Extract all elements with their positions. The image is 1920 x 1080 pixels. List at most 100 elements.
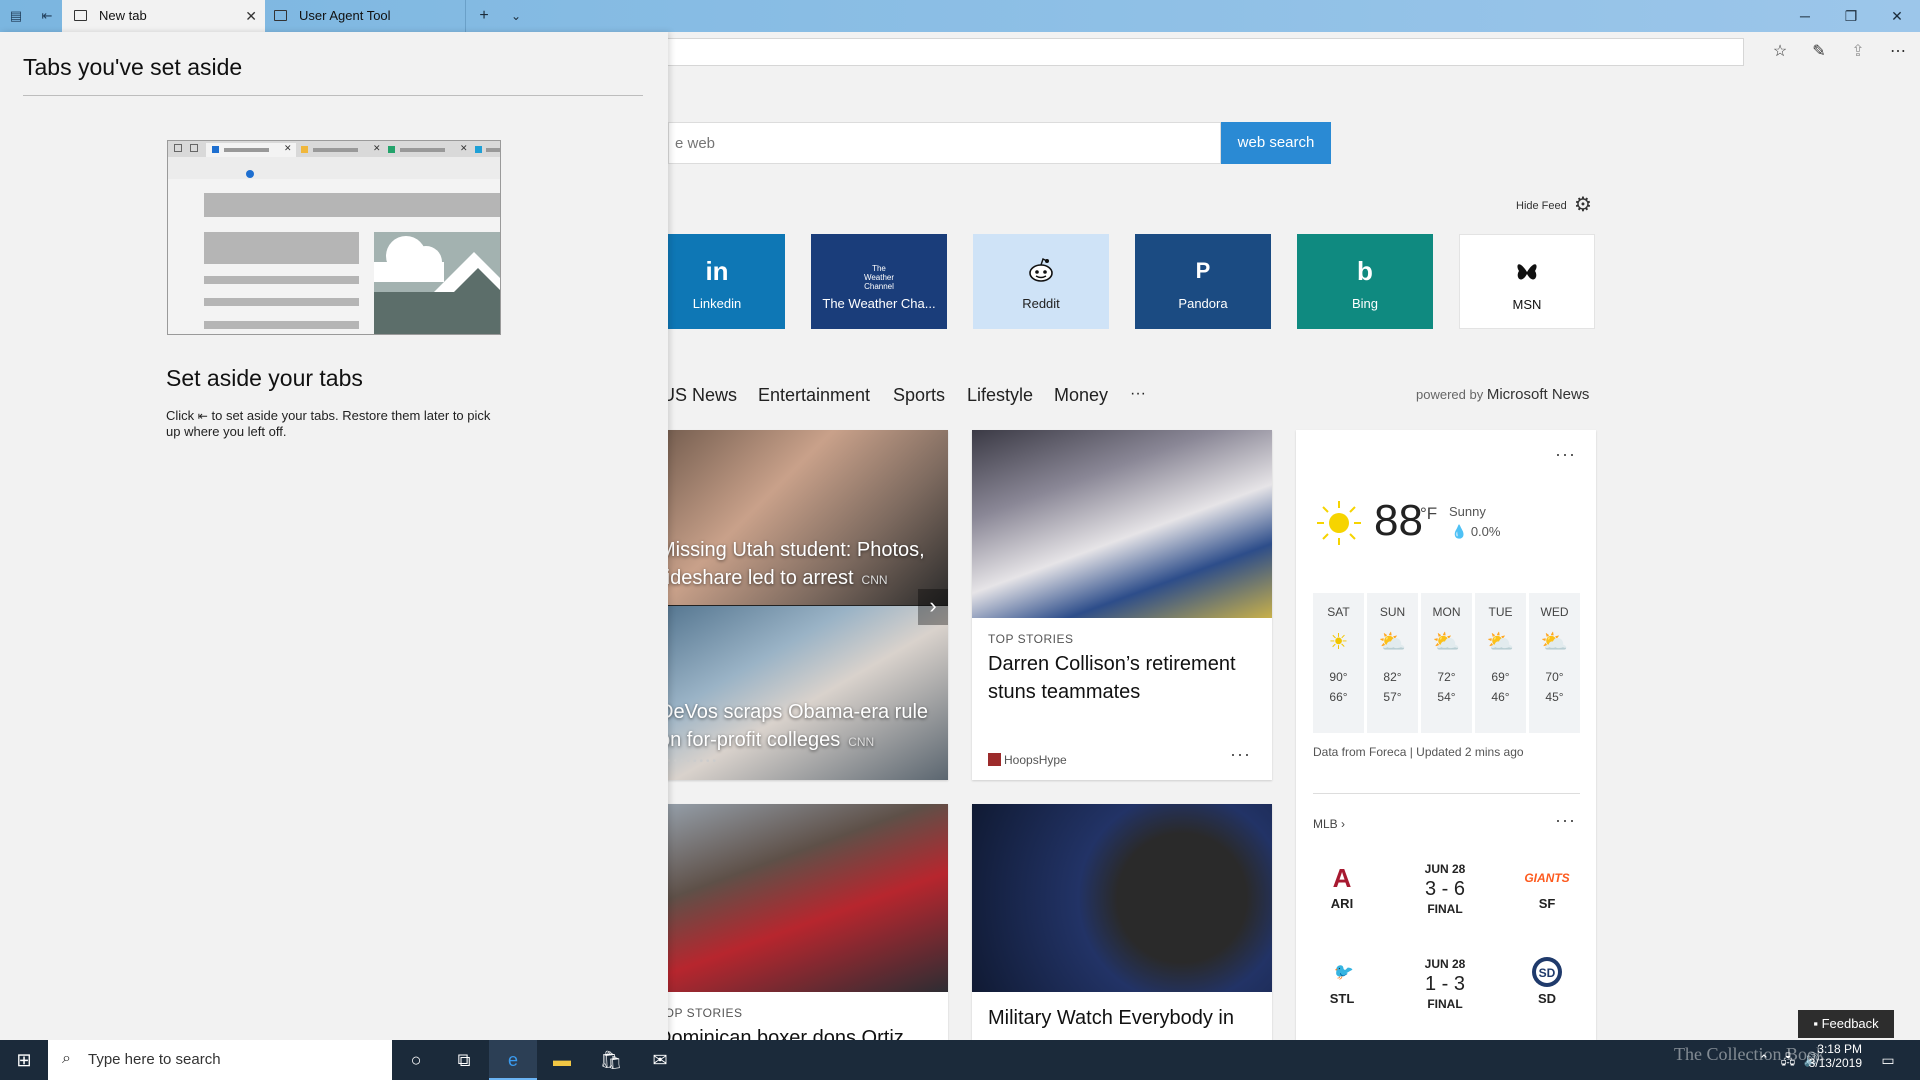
tile-bing[interactable]: b Bing <box>1297 234 1433 329</box>
team-home[interactable]: GIANTS SF <box>1517 860 1577 911</box>
tile-label: Linkedin <box>692 296 742 311</box>
story-card-watch[interactable]: Military Watch Everybody in <box>972 804 1272 1040</box>
game-score[interactable]: JUN 28 3 - 6 FINAL <box>1400 862 1490 916</box>
windows-start-icon[interactable]: ⊞ <box>0 1040 48 1080</box>
game-score[interactable]: JUN 28 1 - 3 FINAL <box>1400 957 1490 1011</box>
mail-icon[interactable]: ✉ <box>636 1040 684 1080</box>
tab-divider <box>465 0 466 32</box>
more-menu-icon[interactable]: ⋯ <box>1886 40 1910 64</box>
close-tab-icon[interactable]: ✕ <box>245 0 257 32</box>
story-card-boxer[interactable]: TOP STORIES Dominican boxer dons Ortiz <box>641 804 948 1040</box>
story-source: CNN <box>848 735 875 749</box>
weather-more-options-icon[interactable]: ··· <box>1555 444 1576 465</box>
tab-preview-chevron-icon[interactable]: ⌄ <box>502 0 530 32</box>
category-money[interactable]: Money <box>1054 385 1108 407</box>
tile-msn[interactable]: MSN <box>1459 234 1595 329</box>
set-aside-heading: Set aside your tabs <box>166 365 363 391</box>
store-icon[interactable]: 🛍 <box>587 1040 635 1080</box>
tab-label: User Agent Tool <box>299 8 391 23</box>
more-options-icon[interactable]: ··· <box>1230 744 1251 765</box>
cortana-icon[interactable]: ○ <box>392 1040 440 1080</box>
forecast-day[interactable]: TUE ⛅ 69° 46° <box>1475 593 1526 733</box>
gear-icon[interactable]: ⚙ <box>1574 194 1596 216</box>
tile-label: Pandora <box>1178 296 1228 311</box>
edge-icon[interactable]: e <box>489 1040 537 1080</box>
action-center-icon[interactable]: ▭ <box>1864 1040 1912 1080</box>
image-placeholder-icon <box>374 232 500 334</box>
category-entertainment[interactable]: Entertainment <box>758 385 870 407</box>
carousel-story-2[interactable]: DeVos scraps Obama-era rule on for-profi… <box>659 698 948 756</box>
carousel-next-button[interactable]: › <box>918 589 948 625</box>
hide-feed-link[interactable]: Hide Feed <box>1516 200 1567 212</box>
diamondbacks-logo-icon: A <box>1332 863 1352 893</box>
story-card-collison[interactable]: TOP STORIES Darren Collison’s retirement… <box>972 430 1272 780</box>
sun-icon: ☀ <box>1328 629 1349 654</box>
tile-weather-channel[interactable]: The Weather Channel The Weather Cha... <box>811 234 947 329</box>
tile-linkedin[interactable]: in Linkedin <box>649 234 785 329</box>
sun-icon <box>1314 498 1364 548</box>
mlb-more-options-icon[interactable]: ··· <box>1555 810 1576 831</box>
tabs-set-aside-panel: Tabs you've set aside ✕ ✕ ✕ Set aside yo… <box>0 32 668 1040</box>
forecast-day[interactable]: SUN ⛅ 82° 57° <box>1367 593 1418 733</box>
story-source: CNN <box>861 573 888 587</box>
pen-notes-icon[interactable]: ✎ <box>1807 40 1831 64</box>
partly-cloudy-icon: ⛅ <box>1432 629 1461 654</box>
new-tab-button[interactable]: + <box>470 0 498 32</box>
partly-cloudy-icon: ⛅ <box>1486 629 1515 654</box>
file-explorer-icon[interactable]: ▬ <box>538 1040 586 1080</box>
carousel-story-1[interactable]: Missing Utah student: Photos, rideshare … <box>659 536 948 594</box>
tab-user-agent-tool[interactable]: User Agent Tool <box>265 0 465 32</box>
category-us-news[interactable]: US News <box>662 385 737 407</box>
chevron-right-icon: › <box>1341 817 1346 831</box>
tile-label: Bing <box>1351 296 1379 311</box>
story-photo <box>972 804 1272 992</box>
page-icon <box>274 10 287 21</box>
svg-text:SD: SD <box>1539 966 1556 980</box>
forecast-day[interactable]: SAT ☀ 90° 66° <box>1313 593 1364 733</box>
feedback-icon: ▪ <box>1813 1016 1818 1031</box>
feedback-button[interactable]: ▪ Feedback <box>1798 1010 1894 1038</box>
web-search-button[interactable]: web search <box>1221 122 1331 164</box>
restore-button[interactable]: ❐ <box>1828 0 1874 32</box>
favorites-icon[interactable]: ☆ <box>1768 40 1792 64</box>
category-lifestyle[interactable]: Lifestyle <box>967 385 1033 407</box>
forecast-day[interactable]: WED ⛅ 70° 45° <box>1529 593 1580 733</box>
web-search-box[interactable] <box>668 122 1221 164</box>
mlb-link[interactable]: MLB › <box>1313 817 1345 831</box>
close-window-button[interactable]: ✕ <box>1874 0 1920 32</box>
tab-new-tab[interactable]: New tab ✕ <box>62 0 265 32</box>
forecast-day[interactable]: MON ⛅ 72° 54° <box>1421 593 1472 733</box>
reddit-alien-icon <box>973 256 1109 290</box>
powered-brand[interactable]: Microsoft News <box>1487 386 1590 403</box>
minimize-button[interactable]: ─ <box>1782 0 1828 32</box>
partly-cloudy-icon: ⛅ <box>1540 629 1569 654</box>
address-bar[interactable] <box>660 38 1744 66</box>
share-icon[interactable]: ⇪ <box>1846 40 1870 64</box>
carousel-card[interactable]: Missing Utah student: Photos, rideshare … <box>641 430 948 780</box>
tabs-aside-icon[interactable]: ▤ <box>7 7 25 25</box>
weather-condition: Sunny <box>1449 504 1486 519</box>
more-categories-button[interactable]: ··· <box>1130 385 1146 407</box>
team-home[interactable]: SD SD <box>1517 955 1577 1006</box>
title-bar: ▤ ⇤ New tab ✕ User Agent Tool + ⌄ ─ ❐ ✕ <box>0 0 1920 32</box>
story-title: Darren Collison’s retirement stuns teamm… <box>988 653 1236 703</box>
temperature-unit[interactable]: °F <box>1420 504 1437 524</box>
category-sports[interactable]: Sports <box>893 385 945 407</box>
team-away[interactable]: 🐦 STL <box>1312 955 1372 1006</box>
story-title: Military Watch Everybody in <box>988 1007 1234 1029</box>
taskbar-search[interactable]: ⌕ Type here to search <box>48 1040 392 1080</box>
carousel-dots[interactable]: •••••••• <box>667 756 719 767</box>
story-photo <box>972 430 1272 618</box>
story-title: DeVos scraps Obama-era rule on for-profi… <box>659 701 929 751</box>
partly-cloudy-icon: ⛅ <box>1378 629 1407 654</box>
set-aside-tabs-icon[interactable]: ⇤ <box>38 7 56 25</box>
team-away[interactable]: A ARI <box>1312 860 1372 911</box>
task-view-icon[interactable]: ⧉ <box>440 1040 488 1080</box>
tile-reddit[interactable]: Reddit <box>973 234 1109 329</box>
story-source: HoopsHype <box>1004 753 1067 767</box>
tile-pandora[interactable]: P Pandora <box>1135 234 1271 329</box>
search-input[interactable] <box>669 123 1220 163</box>
msn-butterfly-icon <box>1460 257 1594 293</box>
giants-logo-icon: GIANTS <box>1524 871 1570 885</box>
cardinals-logo-icon: 🐦 <box>1332 964 1352 981</box>
